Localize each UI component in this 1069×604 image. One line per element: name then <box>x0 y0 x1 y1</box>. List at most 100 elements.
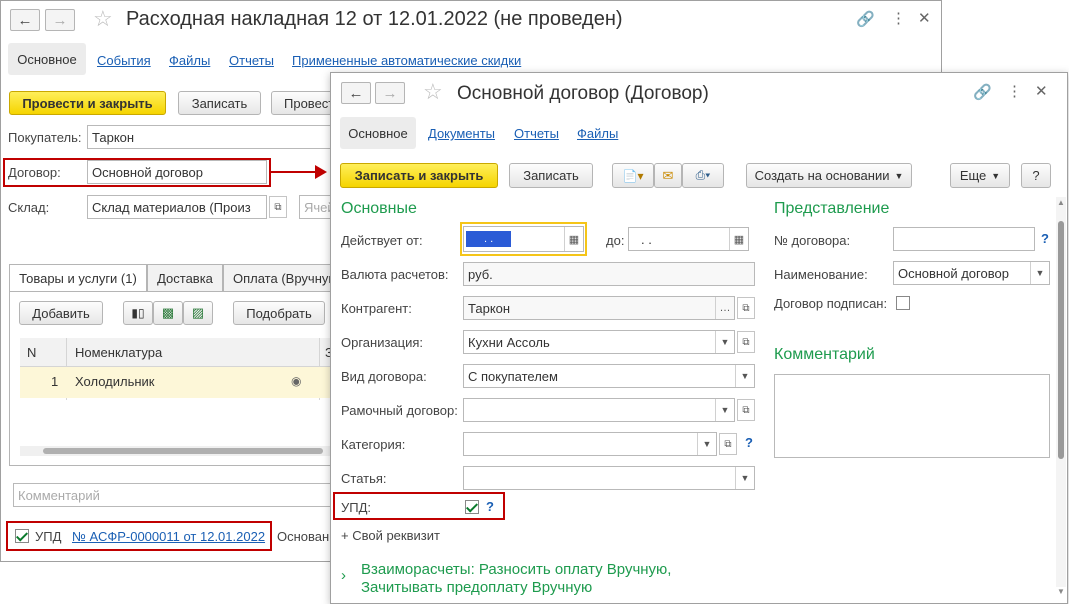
tab-reports[interactable]: Отчеты <box>229 53 274 68</box>
link-icon[interactable]: 🔗 <box>973 83 992 101</box>
settlements-line1[interactable]: Взаиморасчеты: Разносить оплату Вручную, <box>361 561 671 578</box>
article-field[interactable]: ▼ <box>463 466 755 490</box>
favorite-star-icon[interactable]: ☆ <box>93 6 113 32</box>
save-and-close-button[interactable]: Записать и закрыть <box>340 163 498 188</box>
window-title: Основной договор (Договор) <box>457 83 709 104</box>
help-icon[interactable]: ? <box>745 435 753 450</box>
table-row[interactable] <box>20 367 330 398</box>
attach-icon[interactable]: 📄▾ <box>612 163 654 188</box>
favorite-star-icon[interactable]: ☆ <box>423 79 443 105</box>
tab-discounts[interactable]: Примененные автоматические скидки <box>292 53 521 68</box>
counterparty-field[interactable]: Таркон … <box>463 296 735 320</box>
ellipsis-icon[interactable]: … <box>715 297 734 319</box>
chevron-down-icon[interactable]: ▼ <box>735 365 754 387</box>
device-icon[interactable]: ▨ <box>183 301 213 325</box>
calendar-icon[interactable]: ▦ <box>729 228 748 250</box>
tab-files[interactable]: Файлы <box>169 53 210 68</box>
chevron-down-icon[interactable]: ▼ <box>715 399 734 421</box>
print-icon[interactable]: ⎙▾ <box>682 163 724 188</box>
kind-field[interactable]: С покупателем ▼ <box>463 364 755 388</box>
arrow-head-icon <box>315 165 327 179</box>
category-label: Категория: <box>341 437 406 452</box>
more-button[interactable]: Еще ▼ <box>950 163 1010 188</box>
more-icon[interactable]: ⋮ <box>891 9 906 27</box>
contract-no-label: № договора: <box>774 233 851 248</box>
chevron-down-icon[interactable]: ▼ <box>697 433 716 455</box>
tab-events[interactable]: События <box>97 53 151 68</box>
save-button[interactable]: Записать <box>178 91 261 115</box>
expand-chevron-icon[interactable]: › <box>341 567 346 584</box>
counterparty-value: Таркон <box>468 300 511 316</box>
mail-icon[interactable]: ✉ <box>654 163 682 188</box>
tab-documents[interactable]: Документы <box>428 126 495 141</box>
to-value: . . <box>641 231 652 247</box>
tab-main[interactable]: Основное <box>8 43 86 75</box>
scroll-down-icon[interactable]: ▼ <box>1057 587 1065 596</box>
basis-label: Основани <box>277 529 337 544</box>
settlements-line2[interactable]: Зачитывать предоплату Вручную <box>361 579 592 596</box>
scroll-up-icon[interactable]: ▲ <box>1057 198 1065 207</box>
comment-textarea[interactable] <box>774 374 1050 458</box>
open-icon[interactable]: ⧉ <box>737 331 755 353</box>
comment-field[interactable]: Комментарий <box>13 483 339 507</box>
save-button[interactable]: Записать <box>509 163 593 188</box>
to-field[interactable]: . . ▦ <box>628 227 749 251</box>
barcode-icon[interactable]: ▮▯ <box>123 301 153 325</box>
forward-nav-button[interactable]: → <box>375 82 405 104</box>
close-icon[interactable]: ✕ <box>1035 82 1048 100</box>
tab-payment[interactable]: Оплата (Вручную <box>223 264 338 292</box>
currency-label: Валюта расчетов: <box>341 267 449 282</box>
tab-goods[interactable]: Товары и услуги (1) <box>9 264 147 292</box>
create-based-label: Создать на основании <box>754 168 890 183</box>
close-icon[interactable]: ✕ <box>918 9 931 27</box>
row-number: 1 <box>51 374 59 389</box>
category-field[interactable]: ▼ <box>463 432 717 456</box>
open-icon[interactable]: ⧉ <box>737 297 755 319</box>
contract-no-field[interactable] <box>893 227 1035 251</box>
buyer-field[interactable]: Таркон <box>87 125 347 149</box>
view-icon[interactable]: ◉ <box>291 374 301 388</box>
more-icon[interactable]: ⋮ <box>1007 82 1022 100</box>
create-based-button[interactable]: Создать на основании ▼ <box>746 163 912 188</box>
link-icon[interactable]: 🔗 <box>856 10 875 28</box>
own-prop-link[interactable]: + Свой реквизит <box>341 528 440 543</box>
warehouse-field[interactable]: Склад материалов (Произ <box>87 195 267 219</box>
pick-button[interactable]: Подобрать <box>233 301 325 325</box>
chevron-down-icon[interactable]: ▼ <box>735 467 754 489</box>
frame-field[interactable]: ▼ <box>463 398 735 422</box>
tab-main[interactable]: Основное <box>340 117 416 149</box>
open-icon[interactable]: ⧉ <box>719 433 737 455</box>
currency-field[interactable]: руб. <box>463 262 755 286</box>
to-label: до: <box>606 233 625 248</box>
calendar-icon[interactable]: ▦ <box>564 227 583 251</box>
scanner-icon[interactable]: ▩ <box>153 301 183 325</box>
chevron-down-icon[interactable]: ▼ <box>1030 262 1049 284</box>
upd-highlight <box>6 521 272 551</box>
help-icon[interactable]: ? <box>1041 231 1049 246</box>
tab-files[interactable]: Файлы <box>577 126 618 141</box>
forward-nav-button[interactable]: → <box>45 9 75 31</box>
open-icon[interactable]: ⧉ <box>737 399 755 421</box>
add-button[interactable]: Добавить <box>19 301 103 325</box>
signed-checkbox[interactable] <box>896 296 910 310</box>
name-field[interactable]: Основной договор ▼ <box>893 261 1050 285</box>
org-label: Организация: <box>341 335 424 350</box>
open-icon[interactable]: ⧉ <box>269 196 287 218</box>
tab-reports[interactable]: Отчеты <box>514 126 559 141</box>
post-and-close-button[interactable]: Провести и закрыть <box>9 91 166 115</box>
back-nav-button[interactable]: ← <box>10 9 40 31</box>
kind-label: Вид договора: <box>341 369 427 384</box>
tab-delivery[interactable]: Доставка <box>147 264 223 292</box>
scrollbar-thumb[interactable] <box>43 448 323 454</box>
valid-from-field[interactable]: . . ▦ <box>463 226 584 252</box>
scrollbar-thumb[interactable] <box>1058 221 1064 459</box>
row-item: Холодильник <box>75 374 155 389</box>
warehouse-label: Склад: <box>8 200 50 215</box>
chevron-down-icon[interactable]: ▼ <box>715 331 734 353</box>
help-button[interactable]: ? <box>1021 163 1051 188</box>
back-nav-button[interactable]: ← <box>341 82 371 104</box>
org-field[interactable]: Кухни Ассоль ▼ <box>463 330 735 354</box>
grid-col-n[interactable]: N <box>27 345 36 360</box>
grid-col-item[interactable]: Номенклатура <box>75 345 162 360</box>
article-label: Статья: <box>341 471 387 486</box>
